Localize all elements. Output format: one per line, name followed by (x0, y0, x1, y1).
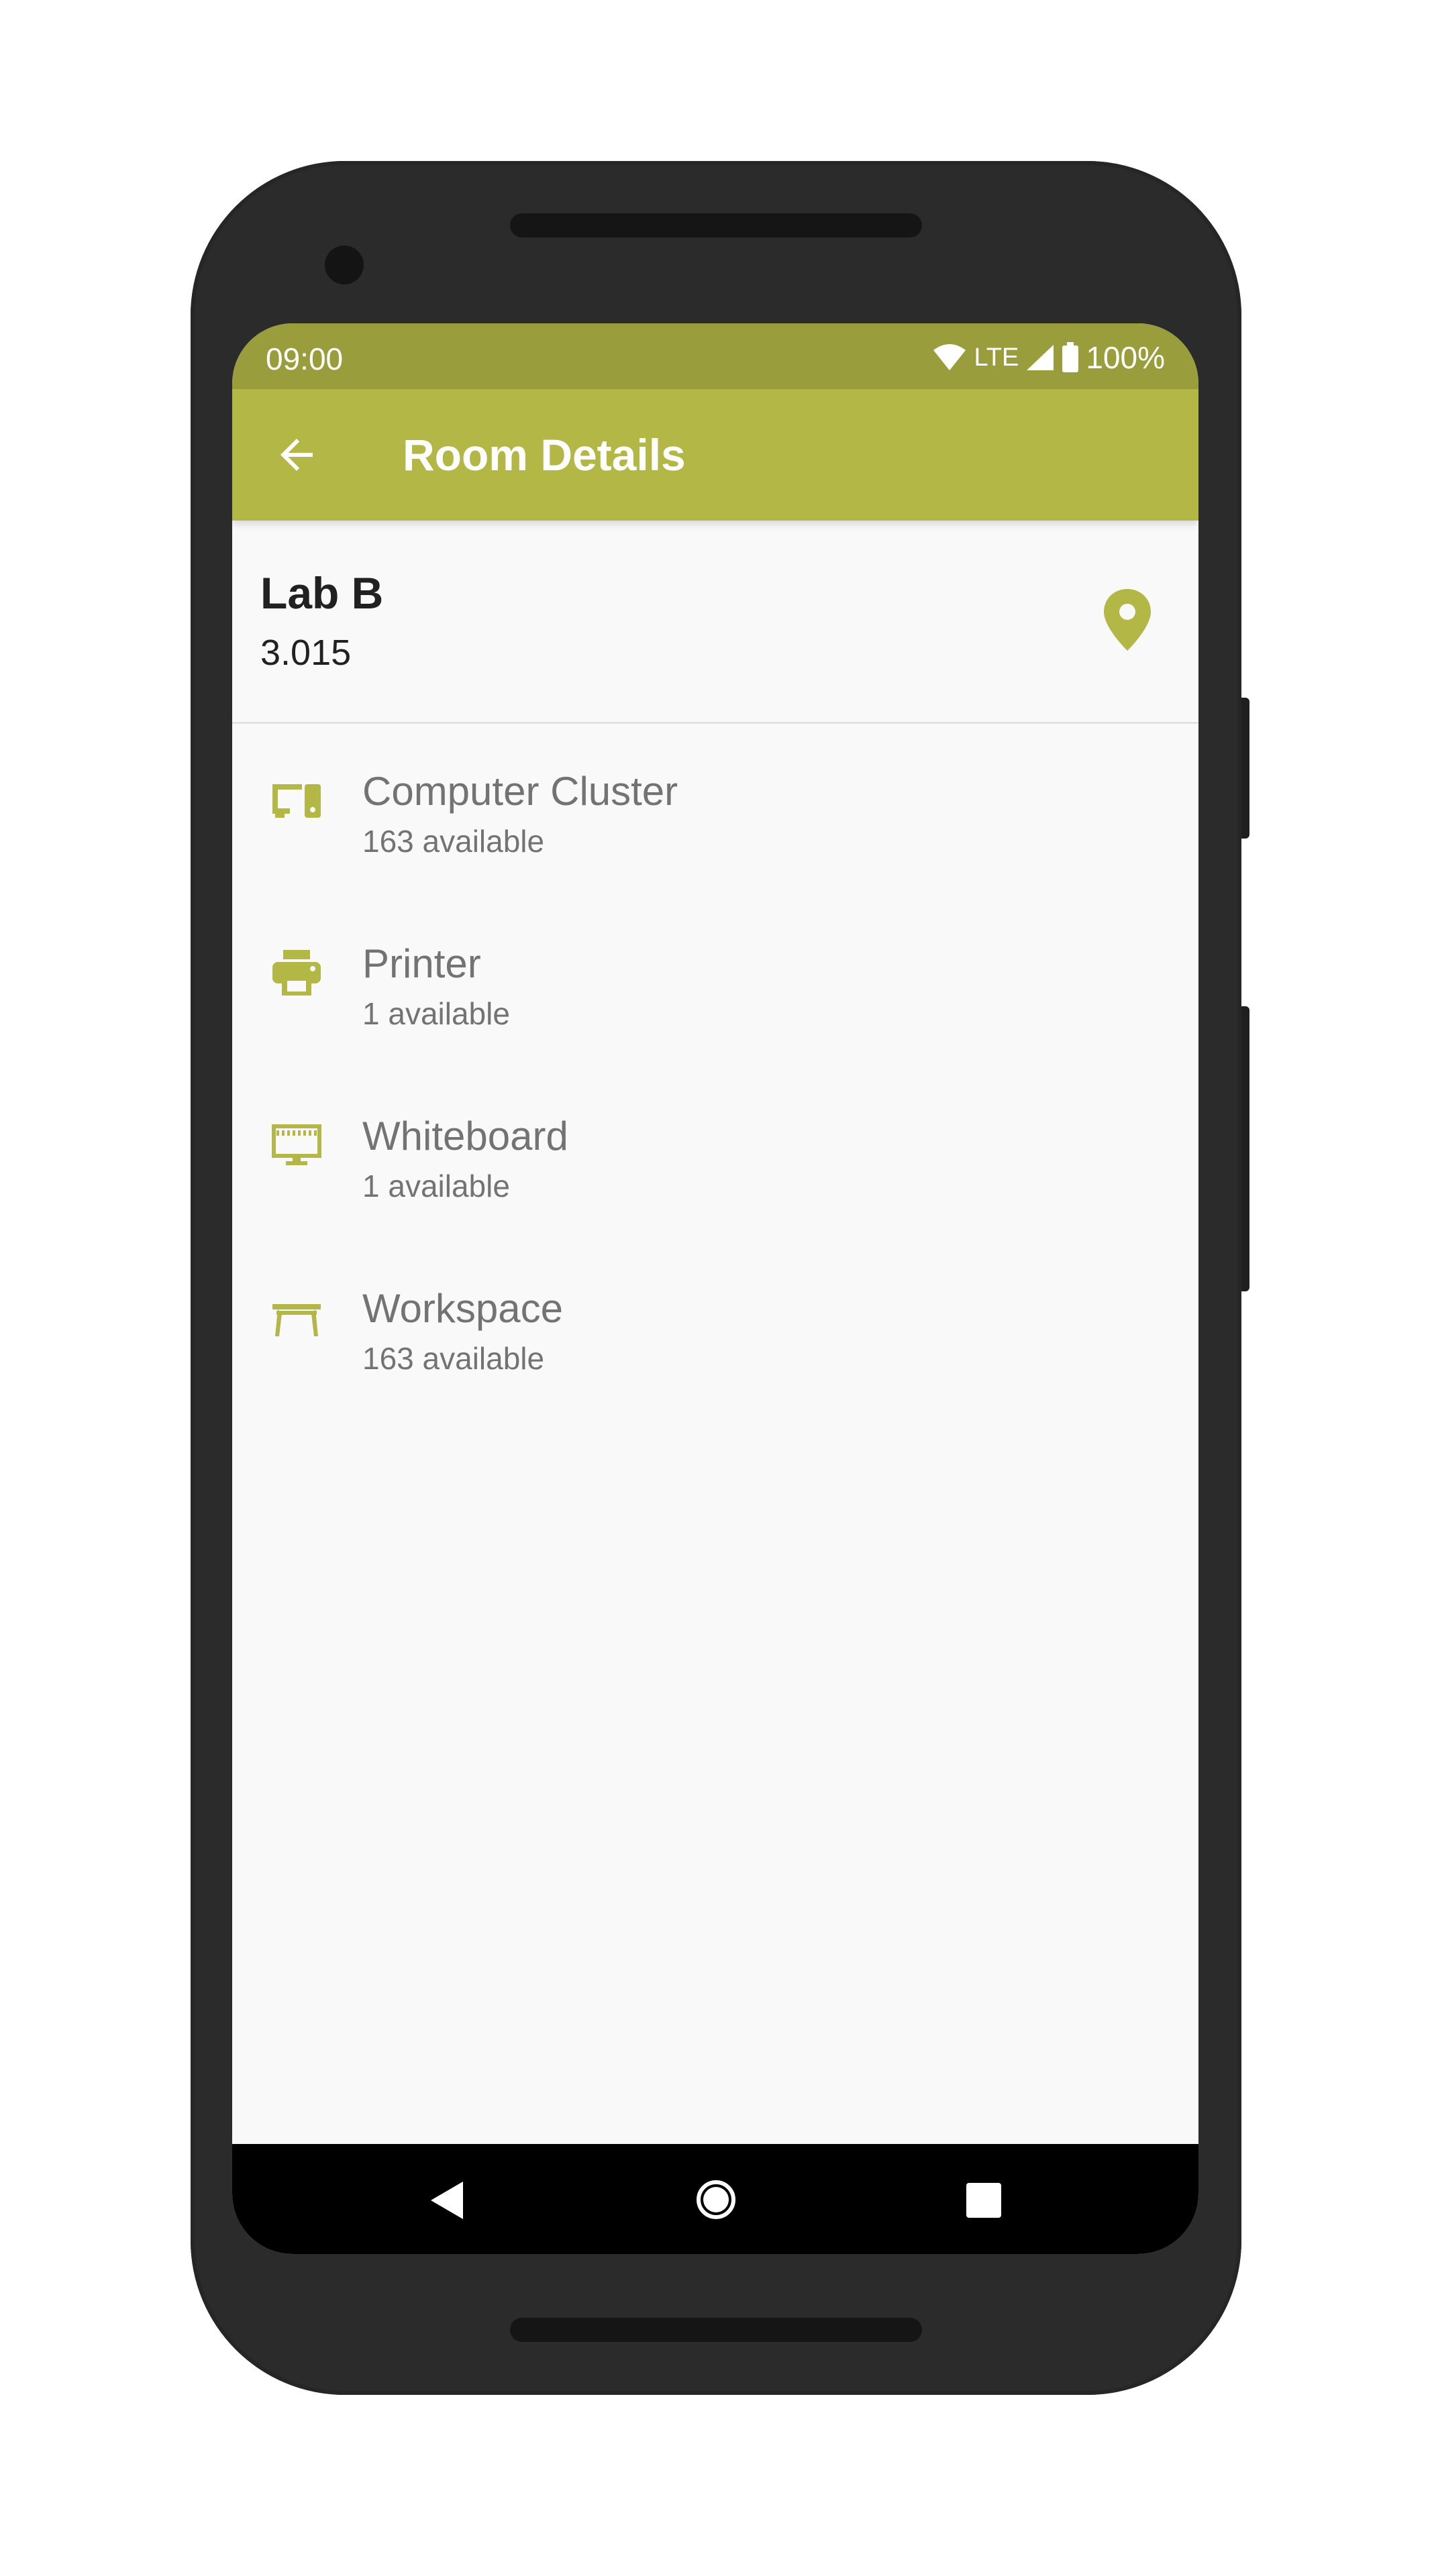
item-title: Computer Cluster (362, 769, 678, 814)
wifi-icon (932, 343, 967, 372)
item-availability: 1 available (362, 996, 510, 1031)
item-availability: 163 available (362, 1341, 545, 1376)
page-title: Room Details (403, 430, 686, 480)
battery-percent: 100% (1086, 340, 1165, 375)
item-title: Whiteboard (362, 1114, 568, 1159)
screen: 09:00 LTE 100% Room Details Lab B 3.015 … (232, 323, 1198, 2254)
network-type: LTE (974, 343, 1019, 372)
front-camera (325, 246, 364, 284)
status-bar: 09:00 LTE 100% (232, 323, 1198, 389)
battery-icon (1062, 342, 1079, 373)
cell-signal-icon (1025, 343, 1055, 372)
list-item-computer-cluster[interactable]: Computer Cluster 163 available (232, 724, 1198, 896)
item-availability: 1 available (362, 1169, 510, 1203)
power-button[interactable] (1240, 698, 1249, 839)
nav-home-icon[interactable] (695, 2179, 737, 2220)
item-availability: 163 available (362, 824, 545, 859)
room-number: 3.015 (260, 633, 352, 673)
nav-recents-icon[interactable] (965, 2182, 1003, 2219)
back-arrow-icon[interactable] (272, 431, 321, 479)
printer-icon (270, 946, 323, 1000)
status-time: 09:00 (266, 341, 344, 376)
list-item-whiteboard[interactable]: Whiteboard 1 available (232, 1069, 1198, 1241)
workspace-icon (270, 1291, 323, 1344)
nav-back-icon[interactable] (427, 2179, 467, 2222)
system-nav-bar (232, 2144, 1198, 2254)
item-title: Workspace (362, 1286, 564, 1331)
stage: 09:00 LTE 100% Room Details Lab B 3.015 … (0, 0, 1432, 2576)
list-item-printer[interactable]: Printer 1 available (232, 896, 1198, 1069)
location-pin-icon[interactable] (1102, 588, 1153, 652)
status-icons: LTE 100% (932, 339, 1165, 376)
volume-button[interactable] (1240, 1006, 1249, 1291)
item-title: Printer (362, 941, 481, 986)
list-item-workspace[interactable]: Workspace 163 available (232, 1241, 1198, 1413)
whiteboard-icon (270, 1118, 323, 1172)
room-header: Lab B 3.015 (232, 521, 1198, 724)
bottom-speaker (510, 2318, 922, 2342)
earpiece-speaker (510, 213, 922, 237)
app-bar: Room Details (232, 389, 1198, 521)
equipment-list: Computer Cluster 163 available Printer 1… (232, 724, 1198, 1413)
room-name: Lab B (260, 568, 384, 618)
computer-cluster-icon (270, 773, 323, 827)
